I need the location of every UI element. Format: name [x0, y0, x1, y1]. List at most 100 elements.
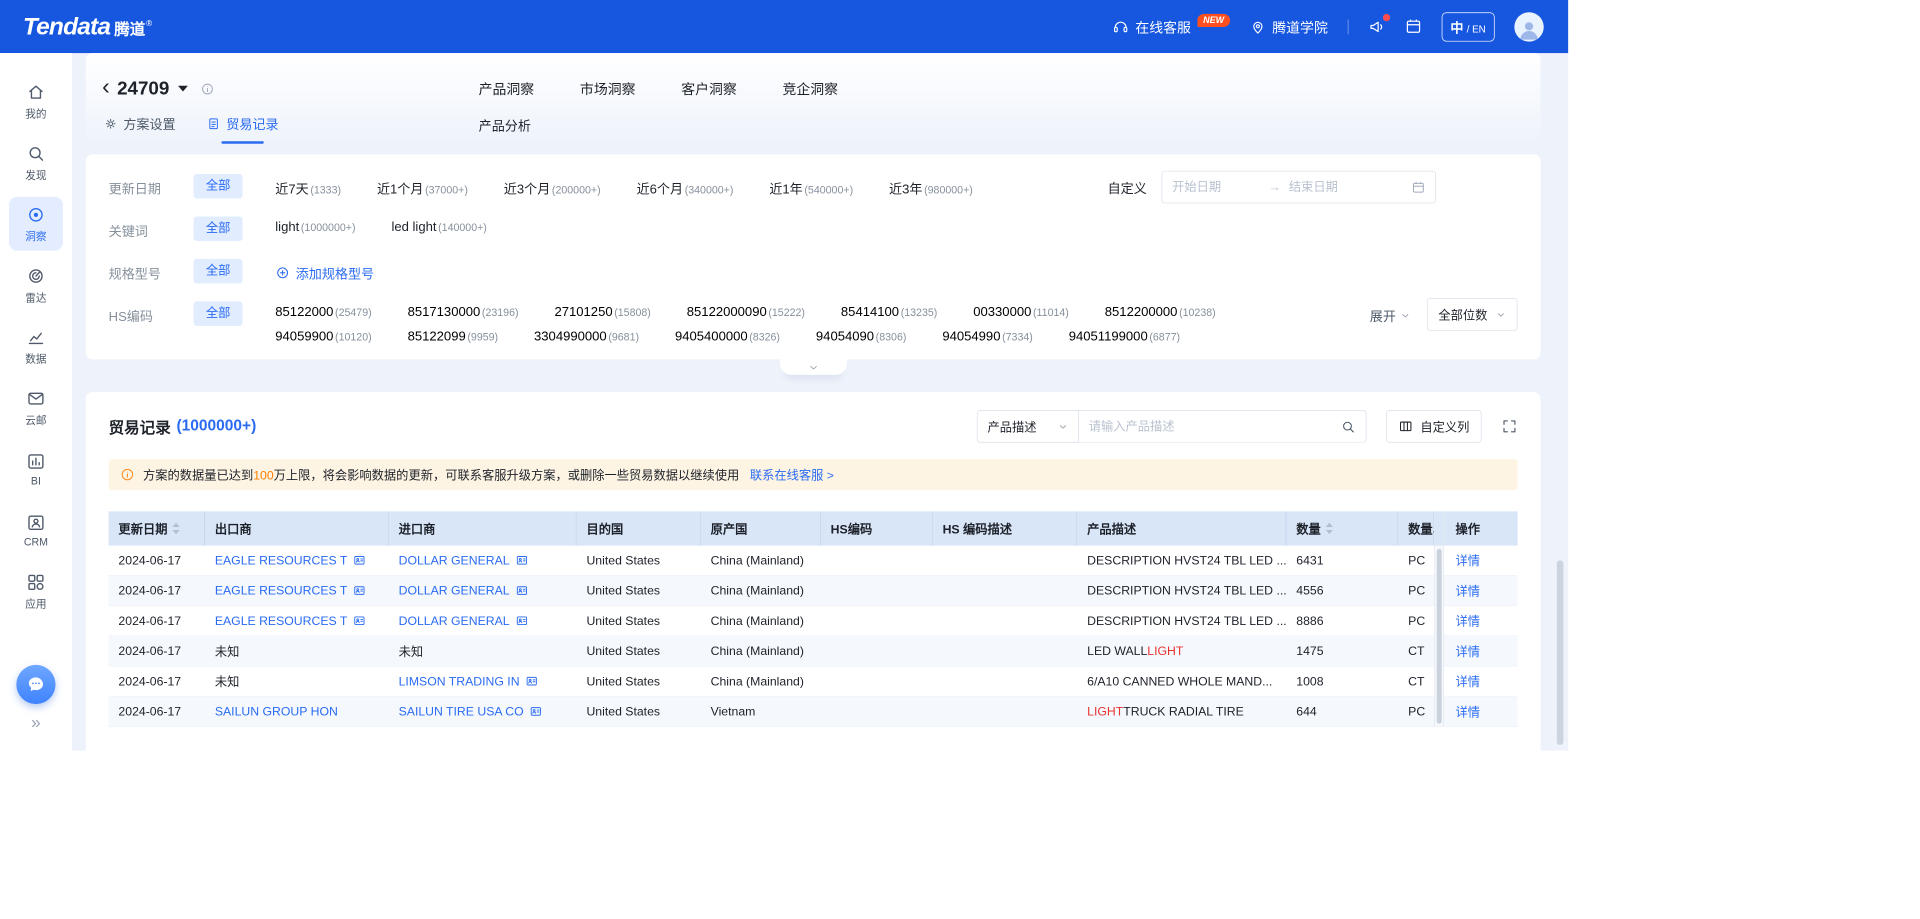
hs-code-option[interactable]: 94054990(7334)	[942, 330, 1032, 345]
filter-option-3y[interactable]: 近3年(980000+)	[889, 178, 973, 198]
hs-code-option[interactable]: 9405400000(8326)	[675, 330, 780, 345]
importer-link[interactable]: DOLLAR GENERAL	[399, 553, 510, 567]
tab-competitor-insight[interactable]: 竞企洞察	[782, 78, 838, 98]
sidebar-item-insight[interactable]: 洞察	[9, 197, 63, 251]
page-scrollbar-thumb[interactable]	[1557, 560, 1564, 745]
product-search-input[interactable]	[1089, 419, 1341, 433]
custom-columns-button[interactable]: 自定义列	[1386, 410, 1482, 443]
importer-link[interactable]: DOLLAR GENERAL	[399, 584, 510, 598]
filter-all-pill[interactable]: 全部	[194, 216, 243, 241]
detail-link[interactable]: 详情	[1456, 582, 1481, 599]
company-profile-icon[interactable]	[529, 705, 542, 718]
tab-market-insight[interactable]: 市场洞察	[580, 78, 636, 98]
sidebar-item-apps[interactable]: 应用	[9, 564, 63, 618]
filter-collapse-tab[interactable]	[780, 359, 847, 375]
tendata-logo[interactable]: Tendata 腾道 ®	[23, 13, 152, 41]
col-header-qty[interactable]: 数量	[1286, 511, 1398, 545]
plan-dropdown-caret[interactable]	[178, 86, 188, 92]
hs-code-option[interactable]: 00330000(11014)	[973, 305, 1069, 320]
col-header-update-date[interactable]: 更新日期	[109, 511, 205, 545]
hs-code-option[interactable]: 85122099(9959)	[408, 330, 498, 345]
sidebar-item-radar[interactable]: 雷达	[9, 258, 63, 312]
exporter-link[interactable]: EAGLE RESOURCES T	[215, 614, 348, 628]
date-range-picker[interactable]: →	[1161, 171, 1435, 204]
hs-code-option[interactable]: 8512200000(10238)	[1105, 305, 1216, 320]
filter-option-6m[interactable]: 近6个月(340000+)	[637, 178, 734, 198]
table-scrollbar-track[interactable]	[1434, 511, 1444, 545]
start-date-input[interactable]	[1172, 180, 1260, 194]
detail-link[interactable]: 详情	[1456, 552, 1481, 569]
tab-trade-records[interactable]: 贸易记录	[207, 114, 279, 144]
hs-code-option[interactable]: 85122000090(15222)	[687, 305, 805, 320]
detail-link[interactable]: 详情	[1456, 673, 1481, 690]
sidebar-expand-arrow[interactable]: »	[31, 714, 41, 731]
sidebar-item-mine[interactable]: 我的	[9, 74, 63, 128]
feedback-button[interactable]	[1368, 18, 1385, 35]
sidebar-item-data[interactable]: 数据	[9, 319, 63, 373]
hs-code-option[interactable]: 85122000(25479)	[275, 305, 371, 320]
filter-option-7d[interactable]: 近7天(1333)	[275, 178, 341, 198]
hs-code-option[interactable]: 94051199000(6877)	[1069, 330, 1180, 345]
filter-option-3m[interactable]: 近3个月(200000+)	[504, 178, 601, 198]
hs-code-option[interactable]: 3304990000(9681)	[534, 330, 639, 345]
company-profile-icon[interactable]	[353, 554, 366, 567]
end-date-input[interactable]	[1289, 180, 1377, 194]
plan-id[interactable]: 24709	[117, 78, 169, 100]
hs-code-option[interactable]: 85414100(13235)	[841, 305, 937, 320]
filter-option-1m[interactable]: 近1个月(37000+)	[377, 178, 468, 198]
hs-code-option[interactable]: 8517130000(23196)	[408, 305, 519, 320]
calendar-icon[interactable]	[1411, 180, 1425, 194]
company-profile-icon[interactable]	[515, 584, 528, 597]
filter-option-1y[interactable]: 近1年(540000+)	[769, 178, 853, 198]
tab-product-insight[interactable]: 产品洞察	[479, 78, 535, 98]
expand-toggle[interactable]: 展开	[1370, 298, 1411, 325]
hs-code-option[interactable]: 94054090(8306)	[816, 330, 906, 345]
table-scrollbar-thumb[interactable]	[1437, 549, 1442, 724]
sidebar-item-mail[interactable]: 云邮	[9, 381, 63, 435]
contact-service-link[interactable]: 联系在线客服 >	[750, 466, 834, 483]
detail-link[interactable]: 详情	[1456, 612, 1481, 629]
filter-option-light[interactable]: light(1000000+)	[275, 221, 355, 236]
tab-product-analysis[interactable]: 产品分析	[479, 115, 531, 135]
filter-option-led-light[interactable]: led light(140000+)	[391, 221, 486, 236]
company-profile-icon[interactable]	[525, 675, 538, 688]
exporter-link[interactable]: SAILUN GROUP HON	[215, 704, 338, 718]
filter-all-pill[interactable]: 全部	[194, 301, 243, 326]
fullscreen-icon[interactable]	[1501, 418, 1517, 434]
importer-link[interactable]: LIMSON TRADING IN	[399, 674, 520, 688]
academy-button[interactable]: 腾道学院	[1249, 16, 1327, 36]
custom-date-label[interactable]: 自定义	[1108, 177, 1147, 197]
user-avatar[interactable]	[1514, 12, 1543, 41]
sort-icon[interactable]	[1326, 523, 1333, 534]
back-button[interactable]: ‹	[102, 75, 110, 98]
add-spec-button[interactable]: 添加规格型号	[275, 256, 374, 283]
company-profile-icon[interactable]	[353, 614, 366, 627]
company-profile-icon[interactable]	[353, 584, 366, 597]
hs-code-option[interactable]: 27101250(15808)	[554, 305, 650, 320]
company-profile-icon[interactable]	[515, 554, 528, 567]
tab-customer-insight[interactable]: 客户洞察	[681, 78, 737, 98]
info-icon[interactable]	[200, 81, 215, 96]
exporter-link[interactable]: EAGLE RESOURCES T	[215, 584, 348, 598]
detail-link[interactable]: 详情	[1456, 642, 1481, 659]
company-profile-icon[interactable]	[515, 614, 528, 627]
sort-icon[interactable]	[172, 523, 179, 534]
filter-all-pill[interactable]: 全部	[194, 259, 243, 284]
search-icon[interactable]	[1340, 419, 1356, 435]
filter-all-pill[interactable]: 全部	[194, 174, 243, 199]
sidebar-item-crm[interactable]: CRM	[9, 503, 63, 557]
tab-plan-settings[interactable]: 方案设置	[104, 114, 176, 144]
exporter-link[interactable]: EAGLE RESOURCES T	[215, 553, 348, 567]
customer-service-button[interactable]	[16, 665, 55, 704]
workbench-button[interactable]	[1405, 18, 1422, 35]
online-service-button[interactable]: 在线客服 NEW	[1112, 16, 1229, 36]
hs-code-option[interactable]: 94059900(10120)	[275, 330, 371, 345]
search-field-select[interactable]: 产品描述	[977, 410, 1079, 443]
sidebar-item-discover[interactable]: 发现	[9, 136, 63, 190]
digits-filter-button[interactable]: 全部位数	[1427, 298, 1518, 331]
importer-link[interactable]: DOLLAR GENERAL	[399, 614, 510, 628]
importer-link[interactable]: SAILUN TIRE USA CO	[399, 704, 524, 718]
sidebar-item-bi[interactable]: BI	[9, 442, 63, 496]
language-toggle[interactable]: 中 / EN	[1441, 12, 1494, 41]
detail-link[interactable]: 详情	[1456, 703, 1481, 720]
